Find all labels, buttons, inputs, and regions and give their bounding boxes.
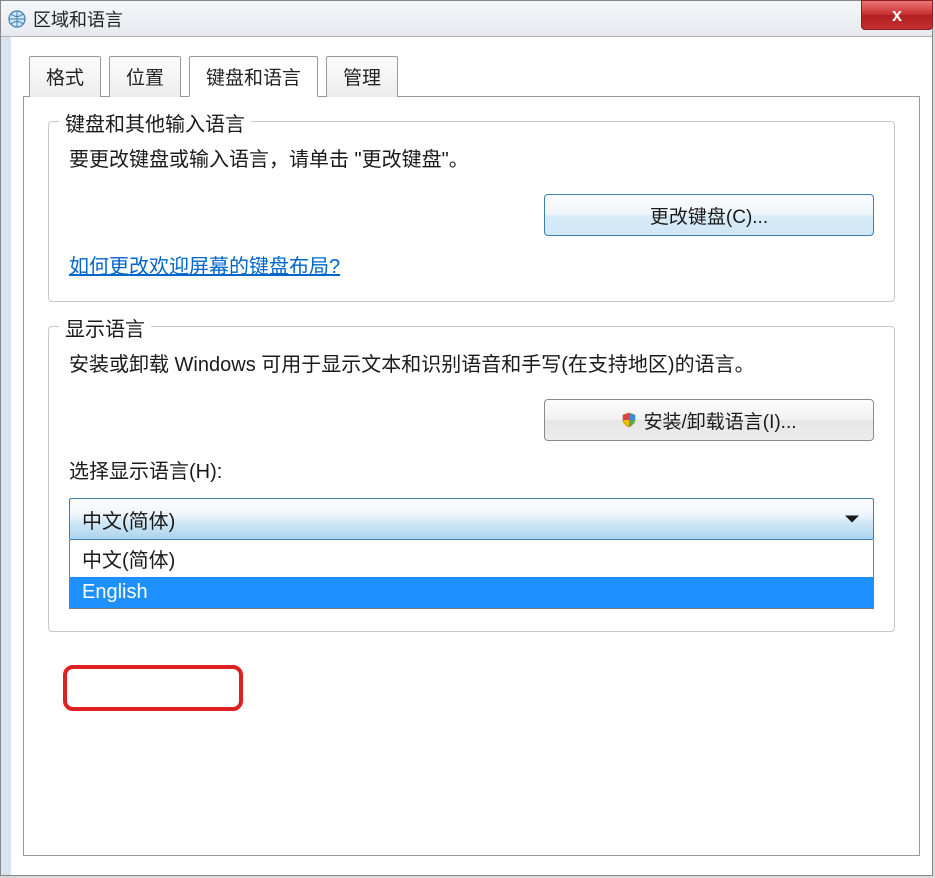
chevron-down-icon: [845, 516, 859, 523]
keyboard-button-row: 更改键盘(C)...: [69, 194, 874, 236]
tab-panel: 键盘和其他输入语言 要更改键盘或输入语言，请单击 "更改键盘"。 更改键盘(C)…: [23, 96, 920, 856]
tab-keyboards-languages[interactable]: 键盘和语言: [189, 56, 318, 97]
close-icon: x: [892, 5, 902, 26]
group-display-title: 显示语言: [59, 313, 151, 342]
group-keyboard-input: 键盘和其他输入语言 要更改键盘或输入语言，请单击 "更改键盘"。 更改键盘(C)…: [48, 121, 895, 302]
install-uninstall-languages-button[interactable]: 安装/卸载语言(I)...: [544, 399, 874, 441]
install-button-row: 安装/卸载语言(I)...: [69, 399, 874, 441]
close-button[interactable]: x: [861, 0, 933, 30]
select-display-language-label: 选择显示语言(H):: [69, 455, 874, 484]
region-language-window: 区域和语言 x 格式 位置 键盘和语言 管理 键盘和其他输入语言 要更改键盘或输…: [0, 0, 933, 876]
client-area: 格式 位置 键盘和语言 管理 键盘和其他输入语言 要更改键盘或输入语言，请单击 …: [1, 37, 932, 875]
uac-shield-icon: [621, 412, 637, 428]
tab-formats[interactable]: 格式: [29, 56, 101, 97]
combobox-option-english[interactable]: English: [70, 577, 873, 608]
annotation-highlight: [63, 665, 243, 711]
tab-location[interactable]: 位置: [109, 56, 181, 97]
display-desc: 安装或卸载 Windows 可用于显示文本和识别语音和手写(在支持地区)的语言。: [69, 349, 874, 381]
combobox-option-chinese-simplified[interactable]: 中文(简体): [70, 540, 873, 577]
group-display-language: 显示语言 安装或卸载 Windows 可用于显示文本和识别语音和手写(在支持地区…: [48, 326, 895, 632]
group-keyboard-title: 键盘和其他输入语言: [59, 108, 251, 137]
tab-administrative[interactable]: 管理: [326, 56, 398, 97]
combobox-selected-value: 中文(简体): [82, 505, 175, 534]
globe-icon: [7, 9, 27, 29]
keyboard-desc: 要更改键盘或输入语言，请单击 "更改键盘"。: [69, 144, 874, 176]
combobox-dropdown-list: 中文(简体) English: [69, 540, 874, 609]
change-keyboards-button[interactable]: 更改键盘(C)...: [544, 194, 874, 236]
display-language-combobox[interactable]: 中文(简体) 中文(简体) English: [69, 498, 874, 609]
window-title: 区域和语言: [33, 6, 123, 32]
combobox-display[interactable]: 中文(简体): [69, 498, 874, 540]
titlebar: 区域和语言 x: [1, 1, 932, 37]
welcome-screen-link[interactable]: 如何更改欢迎屏幕的键盘布局?: [69, 256, 340, 278]
install-button-label: 安装/卸载语言(I)...: [643, 407, 796, 434]
tab-strip: 格式 位置 键盘和语言 管理: [29, 55, 920, 96]
